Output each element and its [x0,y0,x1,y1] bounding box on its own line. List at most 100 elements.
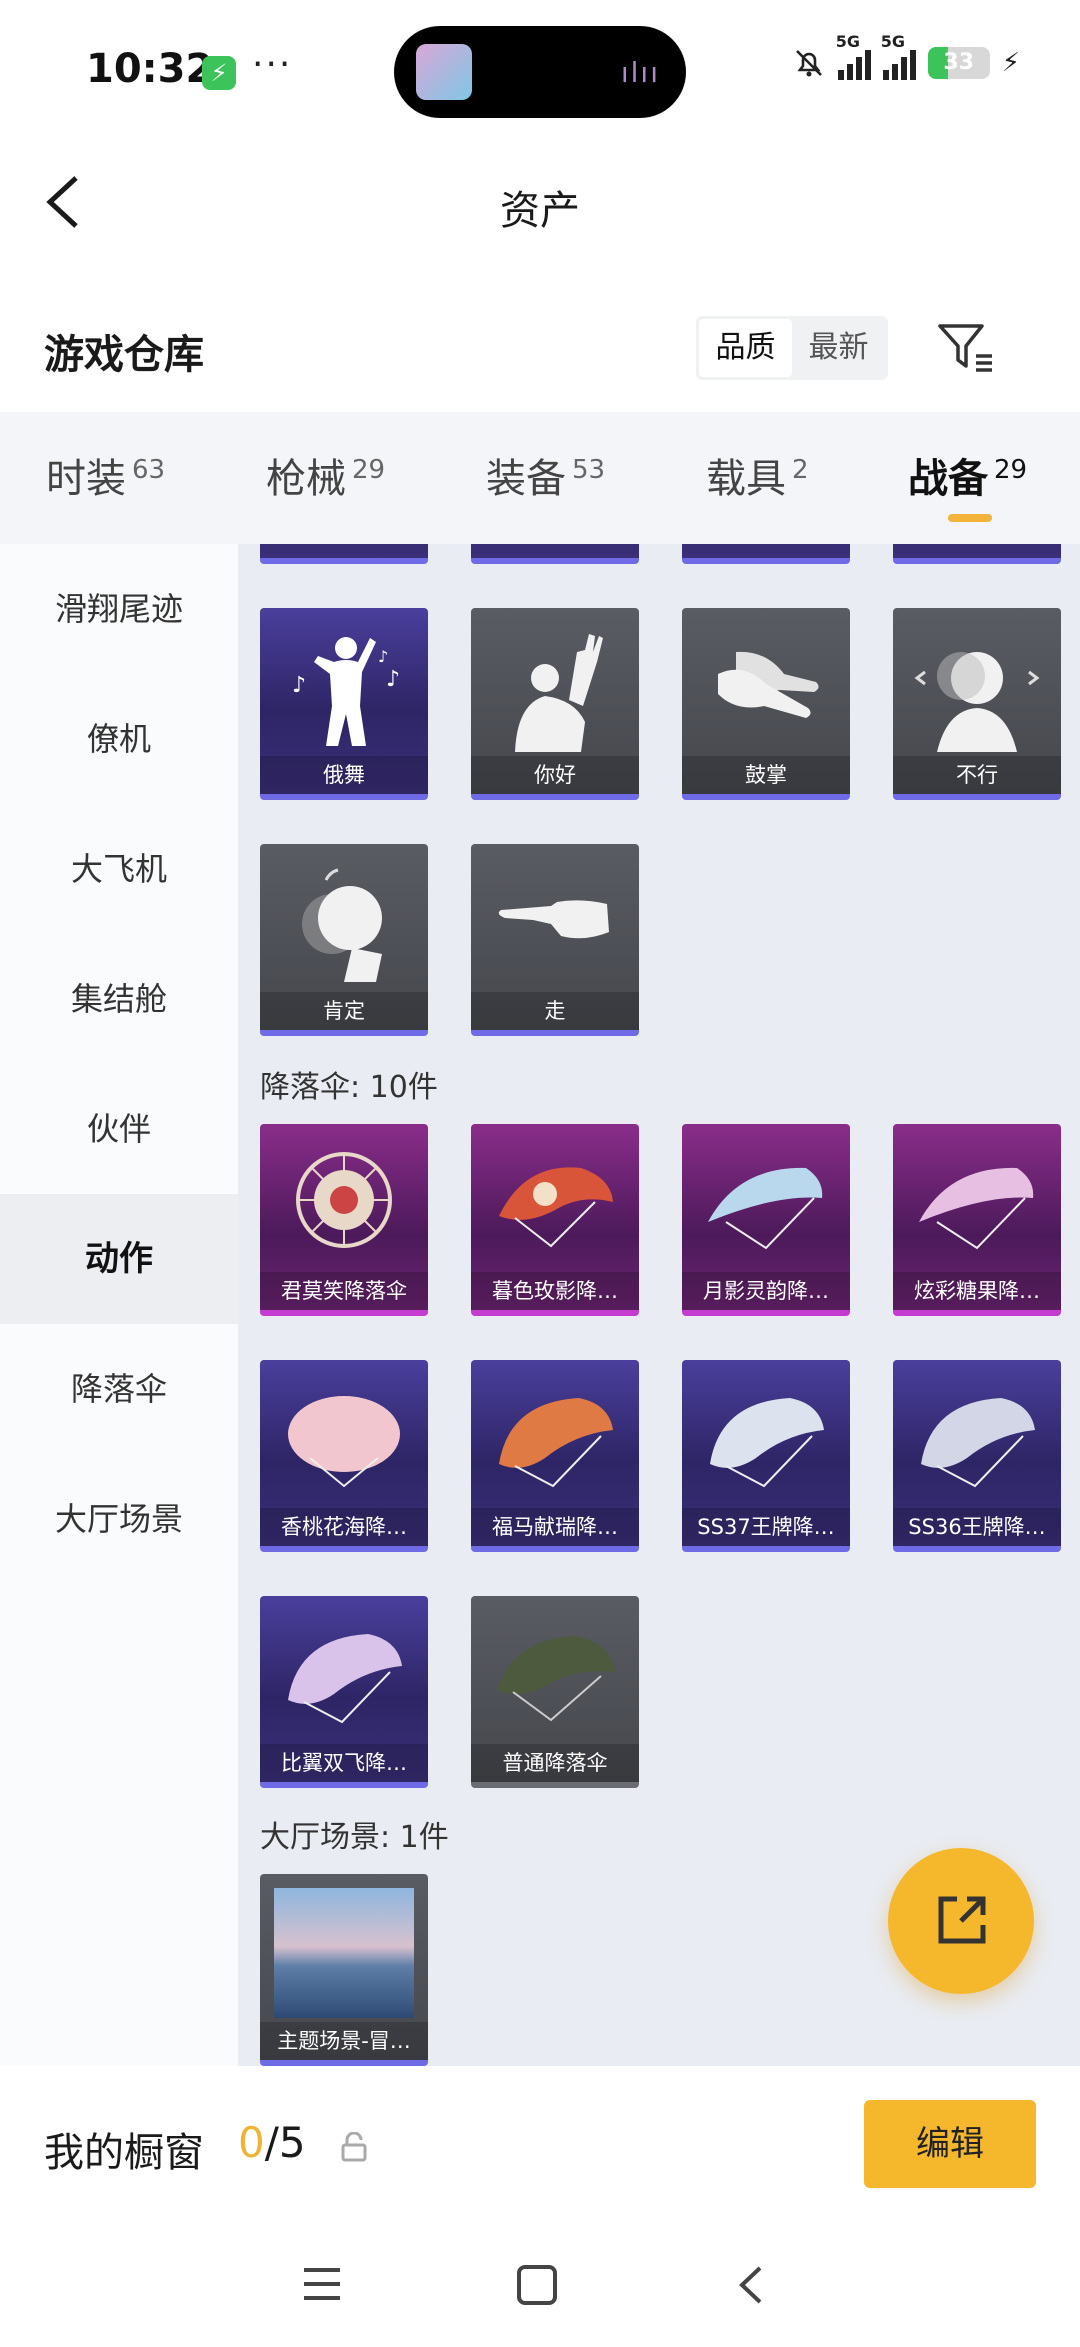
sort-toggle[interactable]: 品质 最新 [696,316,888,380]
signal-icon: 5G [836,32,871,80]
edit-button[interactable]: 编辑 [864,2100,1036,2188]
item-label: SS37王牌降… [682,1508,850,1546]
emote-card-go[interactable]: 走 [471,844,639,1036]
lock-icon [341,2132,367,2162]
showcase-bar: 我的橱窗 0/5 编辑 [0,2066,1080,2222]
tab-battle-gear[interactable]: 战备 29 [908,446,1027,504]
svg-text:♪: ♪ [292,673,306,698]
sidebar: 滑翔尾迹 僚机 大飞机 集结舱 伙伴 动作 降落伞 大厅场景 [0,544,238,2066]
item-label: 不行 [893,756,1061,794]
item-label: 比翼双飞降… [260,1744,428,1782]
parachute-icon [499,1167,613,1248]
item-card-partial[interactable] [260,544,428,564]
item-card-partial[interactable] [471,544,639,564]
showcase-label: 我的橱窗 [44,2130,204,2176]
item-grid: ♪ ♪ ♪ 俄舞 你好 鼓掌 不行 肯定 走 降落伞: 10件 君莫笑降落伞 暮色玫… [238,544,1080,2066]
parachute-icon [288,1634,402,1724]
emote-card-no[interactable]: 不行 [893,608,1061,800]
sidebar-item-big-plane[interactable]: 大飞机 [0,804,238,934]
sidebar-item-lobby-scene[interactable]: 大厅场景 [0,1454,238,1584]
group-header-parachute: 降落伞: 10件 [260,1070,438,1105]
share-button[interactable] [888,1848,1034,1994]
emote-card-clap[interactable]: 鼓掌 [682,608,850,800]
showcase-count: 0/5 [238,2118,306,2167]
parachute-icon [497,1636,615,1722]
item-label: 你好 [471,756,639,794]
dynamic-island[interactable]: ılıı [394,26,686,118]
parachute-card[interactable]: 炫彩糖果降… [893,1124,1061,1316]
parachute-icon [921,1398,1035,1488]
parachute-card[interactable]: 君莫笑降落伞 [260,1124,428,1316]
charging-bolt-icon: ⚡ [1001,48,1020,78]
item-label: 暮色玫影降… [471,1272,639,1310]
tab-outfit[interactable]: 时装 63 [46,446,165,504]
parachute-icon [499,1398,613,1488]
pointing-hand-icon [498,900,609,939]
group-header-lobby-scene: 大厅场景: 1件 [260,1820,449,1855]
sort-newest-option[interactable]: 最新 [792,319,885,377]
item-label: 鼓掌 [682,756,850,794]
sidebar-item-companion[interactable]: 伙伴 [0,1064,238,1194]
sidebar-item-pod[interactable]: 集结舱 [0,934,238,1064]
parachute-icon [296,1152,392,1248]
sidebar-item-wingman[interactable]: 僚机 [0,674,238,804]
parachute-card[interactable]: 月影灵韵降… [682,1124,850,1316]
parachute-icon [919,1167,1034,1250]
tab-equipment[interactable]: 装备 53 [486,446,605,504]
parachute-card[interactable]: SS37王牌降… [682,1360,850,1552]
tab-guns[interactable]: 枪械 29 [266,446,385,504]
battery-icon: 33 [927,47,990,79]
more-notifications-icon: ··· [252,44,293,85]
item-label: 香桃花海降… [260,1508,428,1546]
parachute-card[interactable]: SS36王牌降… [893,1360,1061,1552]
mute-bell-icon [795,50,822,77]
parachute-icon [710,1398,824,1488]
item-label: 君莫笑降落伞 [260,1272,428,1310]
item-card-partial[interactable] [893,544,1061,564]
clapping-hands-icon [718,651,819,718]
status-bar: 10:32 ⚡ ··· ılıı 5G 5G 33 ⚡ [0,0,1080,140]
emote-card-hello[interactable]: 你好 [471,608,639,800]
sidebar-item-glide-trail[interactable]: 滑翔尾迹 [0,544,238,674]
emote-card-yes[interactable]: 肯定 [260,844,428,1036]
parachute-icon [288,1396,400,1488]
item-label: 主题场景-冒… [260,2022,428,2060]
filter-icon[interactable] [936,318,996,378]
item-label: 福马献瑞降… [471,1508,639,1546]
section-title: 游戏仓库 [44,332,204,378]
tab-vehicles[interactable]: 载具 2 [706,446,809,504]
signal-icon-2: 5G [881,32,916,80]
charging-icon: ⚡ [202,56,236,90]
item-card-partial[interactable] [682,544,850,564]
system-nav-bar [0,2222,1080,2347]
export-icon [938,1896,986,1944]
parachute-card[interactable]: 香桃花海降… [260,1360,428,1552]
parachute-card[interactable]: 比翼双飞降… [260,1596,428,1788]
lobby-scene-card[interactable]: 主题场景-冒… [260,1874,428,2066]
dancer-icon: ♪ ♪♪ [292,637,400,746]
sidebar-item-emote[interactable]: 动作 [0,1194,238,1324]
sort-quality-option[interactable]: 品质 [699,319,792,377]
parachute-icon [708,1167,823,1250]
item-label: 俄舞 [260,756,428,794]
active-tab-indicator [948,514,992,522]
item-label: 走 [471,992,639,1030]
head-shake-icon [914,652,1040,752]
sidebar-item-parachute[interactable]: 降落伞 [0,1324,238,1454]
emote-card-dance[interactable]: ♪ ♪ ♪ 俄舞 [260,608,428,800]
parachute-card[interactable]: 福马献瑞降… [471,1360,639,1552]
item-label: 月影灵韵降… [682,1272,850,1310]
menu-icon[interactable] [302,2266,342,2302]
head-nod-icon [302,868,382,982]
svg-text:♪: ♪ [386,667,400,692]
parachute-card[interactable]: 暮色玫影降… [471,1124,639,1316]
item-label: 普通降落伞 [471,1744,639,1782]
wave-hello-icon [515,634,603,752]
item-label: SS36王牌降… [893,1508,1061,1546]
home-icon[interactable] [516,2264,558,2306]
parachute-card[interactable]: 普通降落伞 [471,1596,639,1788]
music-thumbnail [416,44,472,100]
category-tabs: 时装 63 枪械 29 装备 53 载具 2 战备 29 [0,412,1080,544]
audio-wave-icon: ılıı [620,56,660,89]
back-nav-icon[interactable] [736,2264,766,2306]
